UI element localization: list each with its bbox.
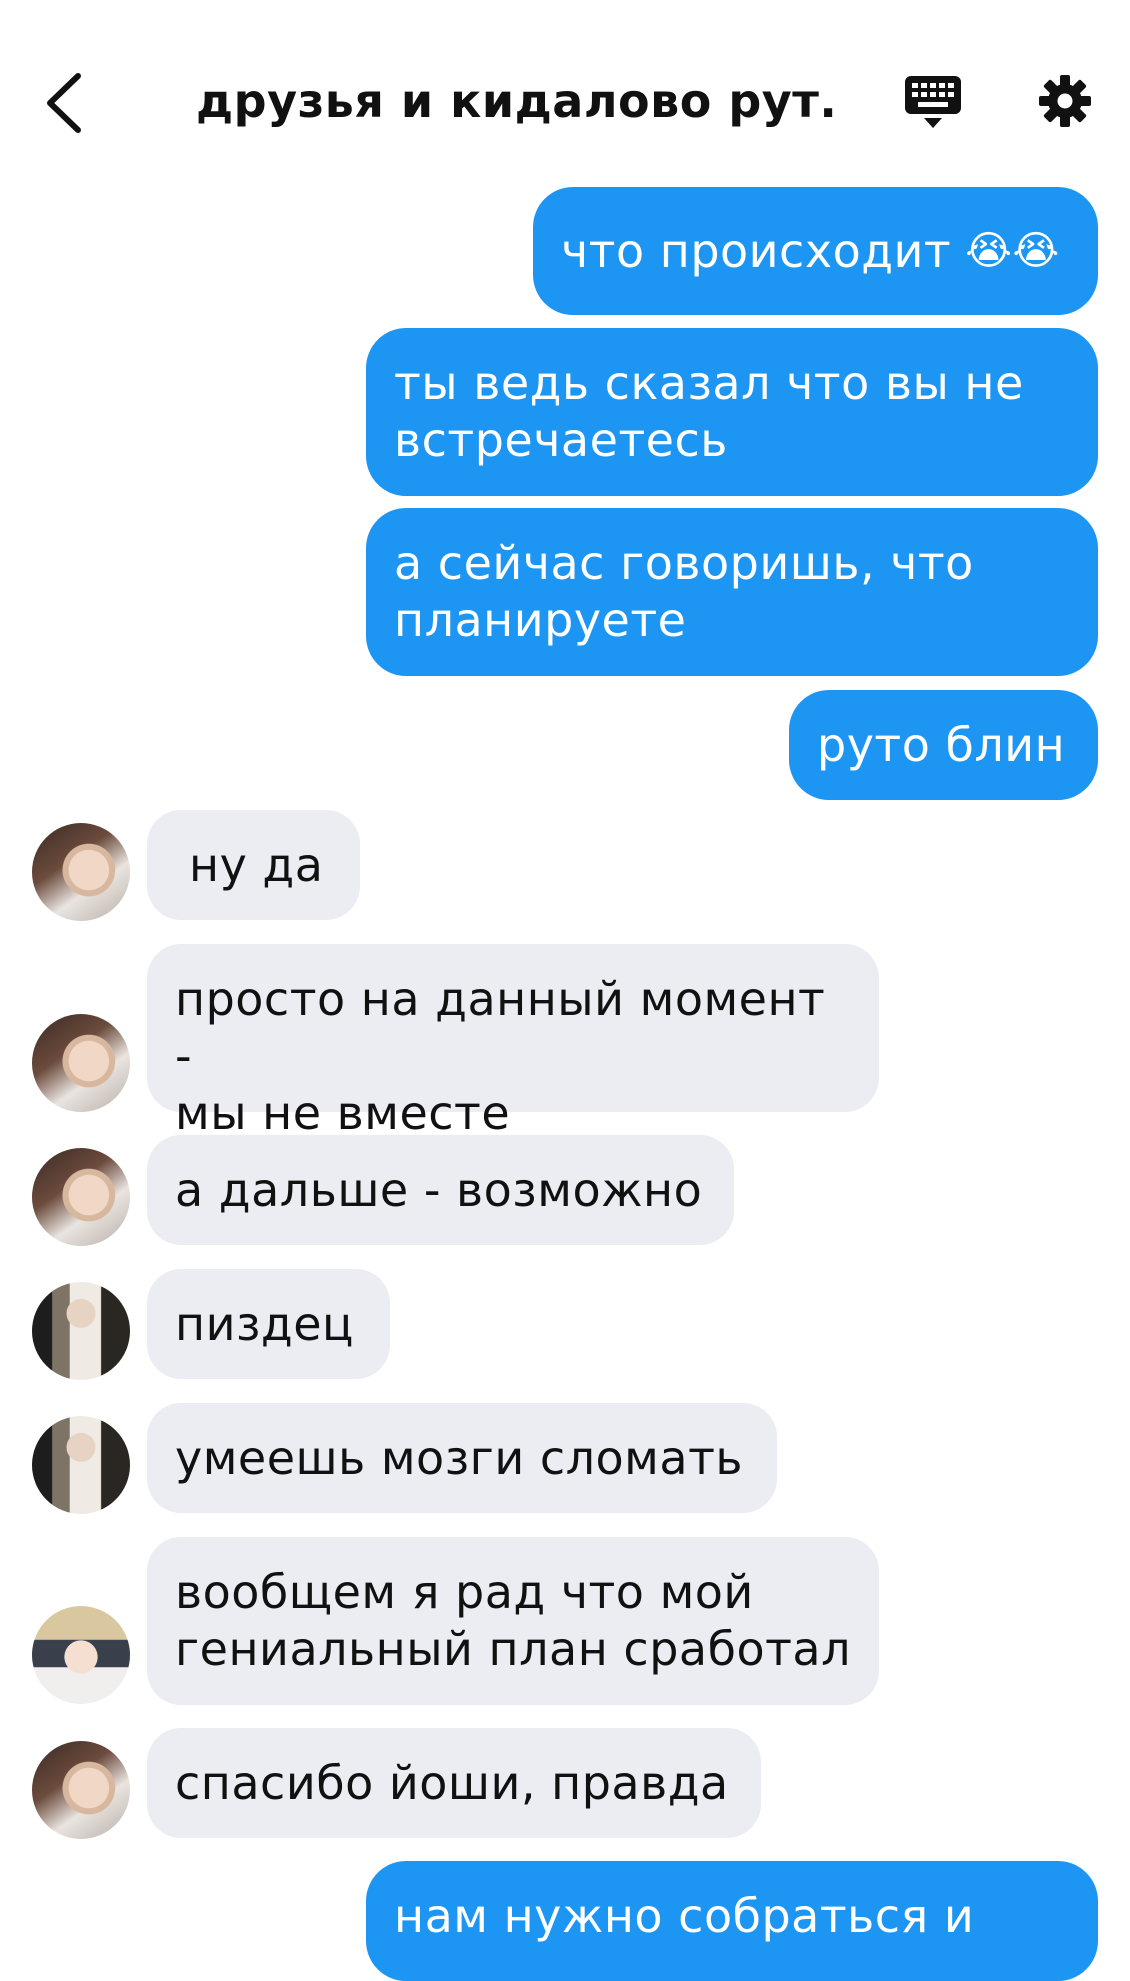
avatar[interactable]	[32, 1606, 130, 1704]
incoming-message[interactable]: пиздец	[147, 1269, 390, 1379]
keyboard-button[interactable]	[904, 74, 962, 132]
message-text: а дальше - возможно	[175, 1162, 703, 1217]
avatar[interactable]	[32, 1416, 130, 1514]
avatar[interactable]	[32, 1282, 130, 1380]
crying-emoji: 😭😭	[965, 227, 1060, 274]
settings-button[interactable]	[1038, 74, 1092, 128]
chat-title[interactable]: друзья и кидалово рут...	[196, 74, 836, 128]
outgoing-message[interactable]: ты ведь сказал что вы не встречаетесь	[366, 328, 1098, 496]
message-text-line: планируете	[394, 593, 687, 647]
message-text-line: вообщем я рад что мой	[175, 1565, 754, 1619]
incoming-message[interactable]: а дальше - возможно	[147, 1135, 734, 1245]
outgoing-message[interactable]: руто блин	[789, 690, 1098, 800]
avatar[interactable]	[32, 1014, 130, 1112]
message-text: умеешь мозги сломать	[175, 1430, 743, 1485]
message-text: спасибо йоши, правда	[175, 1755, 729, 1810]
message-text-line: просто на данный момент -	[175, 972, 826, 1083]
avatar[interactable]	[32, 823, 130, 921]
message-text: руто блин	[817, 717, 1066, 772]
chevron-left-icon	[47, 73, 81, 133]
message-text-line: нам нужно собраться и	[394, 1889, 975, 1943]
avatar[interactable]	[32, 1741, 130, 1839]
message-text: что происходит	[561, 223, 952, 278]
message-text-line: гениальный план сработал	[175, 1622, 851, 1676]
incoming-message[interactable]: ну да	[147, 810, 360, 920]
message-text-line: мы не вместе	[175, 1086, 511, 1140]
incoming-message[interactable]: умеешь мозги сломать	[147, 1403, 777, 1513]
chat-header: друзья и кидалово рут...	[0, 0, 1130, 180]
incoming-message[interactable]: вообщем я рад что мой гениальный план ср…	[147, 1537, 879, 1705]
message-text-line: ты ведь сказал что вы не	[394, 356, 1024, 410]
incoming-message[interactable]: просто на данный момент - мы не вместе	[147, 944, 879, 1140]
outgoing-message[interactable]: нам нужно собраться и	[366, 1861, 1098, 1981]
avatar[interactable]	[32, 1148, 130, 1246]
outgoing-message[interactable]: что происходит 😭😭	[533, 187, 1098, 315]
gear-icon	[1039, 75, 1091, 127]
message-text: пиздец	[175, 1296, 354, 1351]
incoming-message[interactable]: спасибо йоши, правда	[147, 1728, 761, 1838]
message-text-line: встречаетесь	[394, 413, 728, 467]
message-text: ну да	[189, 837, 324, 892]
back-button[interactable]	[38, 68, 98, 138]
keyboard-icon	[905, 76, 961, 128]
message-text-line: а сейчас говоришь, что	[394, 536, 974, 590]
outgoing-message[interactable]: а сейчас говоришь, что планируете	[366, 508, 1098, 676]
